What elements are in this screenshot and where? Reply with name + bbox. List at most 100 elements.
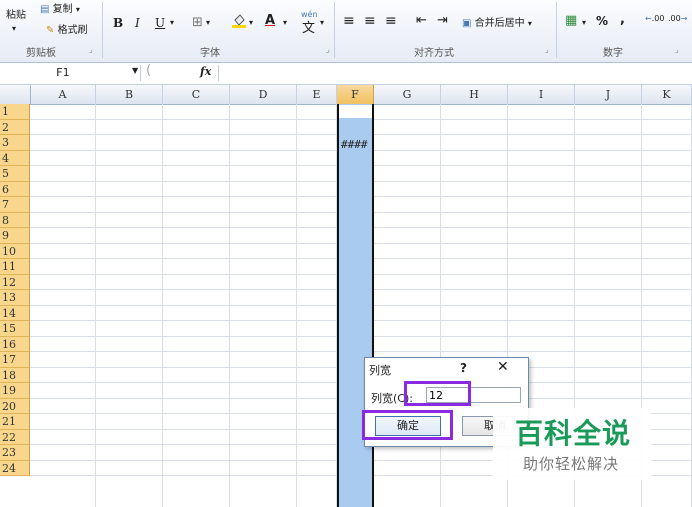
- column-header-K[interactable]: K: [642, 85, 692, 104]
- paste-dropdown-icon[interactable]: ▾: [12, 24, 16, 33]
- column-header-I[interactable]: I: [508, 85, 575, 104]
- row-header-21[interactable]: 21: [0, 414, 30, 430]
- currency-icon[interactable]: ▦: [565, 13, 577, 28]
- alignment-launcher-icon[interactable]: ⌟: [545, 45, 549, 54]
- row-header-7[interactable]: 7: [0, 197, 30, 213]
- column-header-G[interactable]: G: [374, 85, 441, 104]
- alignment-group-label: 对齐方式: [414, 48, 454, 59]
- row-header-9[interactable]: 9: [0, 228, 30, 244]
- row-header-10[interactable]: 10: [0, 243, 30, 259]
- group-separator: [102, 2, 103, 58]
- cell-F8-value: ####: [341, 138, 368, 151]
- merge-icon: ▣: [462, 18, 472, 29]
- font-group-label: 字体: [200, 48, 220, 59]
- font-launcher-icon[interactable]: ⌟: [326, 45, 330, 54]
- row-header-2[interactable]: 2: [0, 119, 30, 135]
- row-header-15[interactable]: 15: [0, 321, 30, 337]
- row-header-20[interactable]: 20: [0, 398, 30, 414]
- column-headers: ABCDEFGHIJK: [0, 85, 692, 105]
- row-header-4[interactable]: 4: [0, 150, 30, 166]
- help-icon[interactable]: ?: [460, 361, 467, 375]
- group-separator: [556, 2, 557, 58]
- formula-cancel-icon[interactable]: (: [146, 63, 151, 78]
- column-header-D[interactable]: D: [230, 85, 297, 104]
- column-header-B[interactable]: B: [96, 85, 163, 104]
- row-header-8[interactable]: 8: [0, 212, 30, 228]
- decrease-decimal-button[interactable]: .00→: [668, 14, 687, 23]
- row-header-23[interactable]: 23: [0, 445, 30, 461]
- cell-F1[interactable]: [339, 105, 372, 118]
- row-header-16[interactable]: 16: [0, 336, 30, 352]
- increase-decimal-button[interactable]: ←.00: [645, 14, 664, 23]
- row-header-14[interactable]: 14: [0, 305, 30, 321]
- paste-label: 粘贴: [6, 10, 26, 21]
- merge-center-button[interactable]: ▣ 合并后居中 ▾: [462, 14, 532, 29]
- format-painter-button[interactable]: ✎ 格式刷: [46, 21, 88, 36]
- merge-center-label: 合并后居中: [474, 18, 525, 29]
- close-icon[interactable]: ✕: [497, 359, 509, 375]
- group-separator: [334, 2, 335, 58]
- dialog-title: 列宽: [369, 364, 391, 377]
- column-header-E[interactable]: E: [297, 85, 337, 104]
- border-dropdown-icon[interactable]: ▾: [206, 18, 210, 27]
- name-box-dropdown-icon[interactable]: ▼: [132, 66, 138, 75]
- input-highlight-box: [404, 381, 471, 406]
- decrease-decimal-label: .00: [668, 14, 681, 23]
- number-launcher-icon[interactable]: ⌟: [675, 45, 679, 54]
- clipboard-launcher-icon[interactable]: ⌟: [89, 45, 93, 54]
- ribbon: 粘贴 ▾ ▤ 复制 ▾ ✎ 格式刷 剪贴板 ⌟ B I U ▾ ⊞ ▾ ▾ A …: [0, 0, 692, 63]
- row-header-18[interactable]: 18: [0, 367, 30, 383]
- italic-button[interactable]: I: [135, 16, 140, 30]
- watermark-title: 百科全说: [515, 417, 632, 450]
- bold-button[interactable]: B: [113, 16, 123, 30]
- formula-separator: [218, 65, 219, 81]
- border-icon[interactable]: ⊞: [192, 15, 203, 30]
- copy-button[interactable]: ▤ 复制 ▾: [40, 0, 80, 15]
- insert-function-icon[interactable]: fx: [200, 65, 211, 78]
- decrease-indent-icon[interactable]: ⇤: [416, 13, 427, 28]
- increase-indent-icon[interactable]: ⇥: [437, 13, 448, 28]
- row-header-19[interactable]: 19: [0, 383, 30, 399]
- comma-button[interactable]: ,: [620, 12, 625, 27]
- clipboard-group-label: 剪贴板: [26, 48, 56, 59]
- row-header-22[interactable]: 22: [0, 429, 30, 445]
- row-header-12[interactable]: 12: [0, 274, 30, 290]
- font-color-icon[interactable]: A: [265, 13, 275, 28]
- column-header-H[interactable]: H: [441, 85, 508, 104]
- select-all-corner[interactable]: [0, 85, 31, 104]
- ok-highlight-box: [362, 410, 453, 440]
- align-center-icon[interactable]: ≡: [364, 13, 376, 29]
- currency-dropdown-icon[interactable]: ▾: [582, 18, 586, 27]
- name-box[interactable]: F1 ▼: [0, 65, 141, 81]
- watermark-subtitle: 助你轻松解决: [523, 455, 620, 473]
- column-header-F[interactable]: F: [337, 85, 374, 104]
- column-header-J[interactable]: J: [575, 85, 642, 104]
- column-header-A[interactable]: A: [30, 85, 96, 104]
- row-header-24[interactable]: 24: [0, 460, 30, 476]
- row-header-13[interactable]: 13: [0, 290, 30, 306]
- phonetic-guide-icon[interactable]: 文: [302, 17, 315, 36]
- increase-decimal-label: .00: [651, 14, 665, 23]
- fill-color-icon[interactable]: [232, 14, 246, 28]
- phonetic-dropdown-icon[interactable]: ▾: [320, 18, 324, 27]
- watermark: 百科全说 助你轻松解决: [493, 408, 651, 480]
- underline-dropdown-icon[interactable]: ▾: [170, 18, 174, 27]
- percent-button[interactable]: %: [596, 14, 608, 28]
- fill-dropdown-icon[interactable]: ▾: [249, 18, 253, 27]
- row-header-3[interactable]: 3: [0, 135, 30, 151]
- row-header-11[interactable]: 11: [0, 259, 30, 275]
- underline-button[interactable]: U: [155, 16, 165, 30]
- font-color-dropdown-icon[interactable]: ▾: [283, 18, 287, 27]
- align-right-icon[interactable]: ≡: [385, 13, 397, 29]
- row-header-17[interactable]: 17: [0, 352, 30, 368]
- align-left-icon[interactable]: ≡: [343, 13, 355, 29]
- name-box-value: F1: [56, 66, 70, 79]
- paste-button[interactable]: 粘贴: [6, 6, 26, 21]
- column-header-C[interactable]: C: [163, 85, 230, 104]
- copy-label: 复制: [52, 4, 73, 15]
- row-header-6[interactable]: 6: [0, 181, 30, 197]
- number-group-label: 数字: [603, 48, 623, 59]
- row-header-1[interactable]: 1: [0, 104, 30, 120]
- row-header-5[interactable]: 5: [0, 166, 30, 182]
- format-painter-label: 格式刷: [57, 25, 88, 36]
